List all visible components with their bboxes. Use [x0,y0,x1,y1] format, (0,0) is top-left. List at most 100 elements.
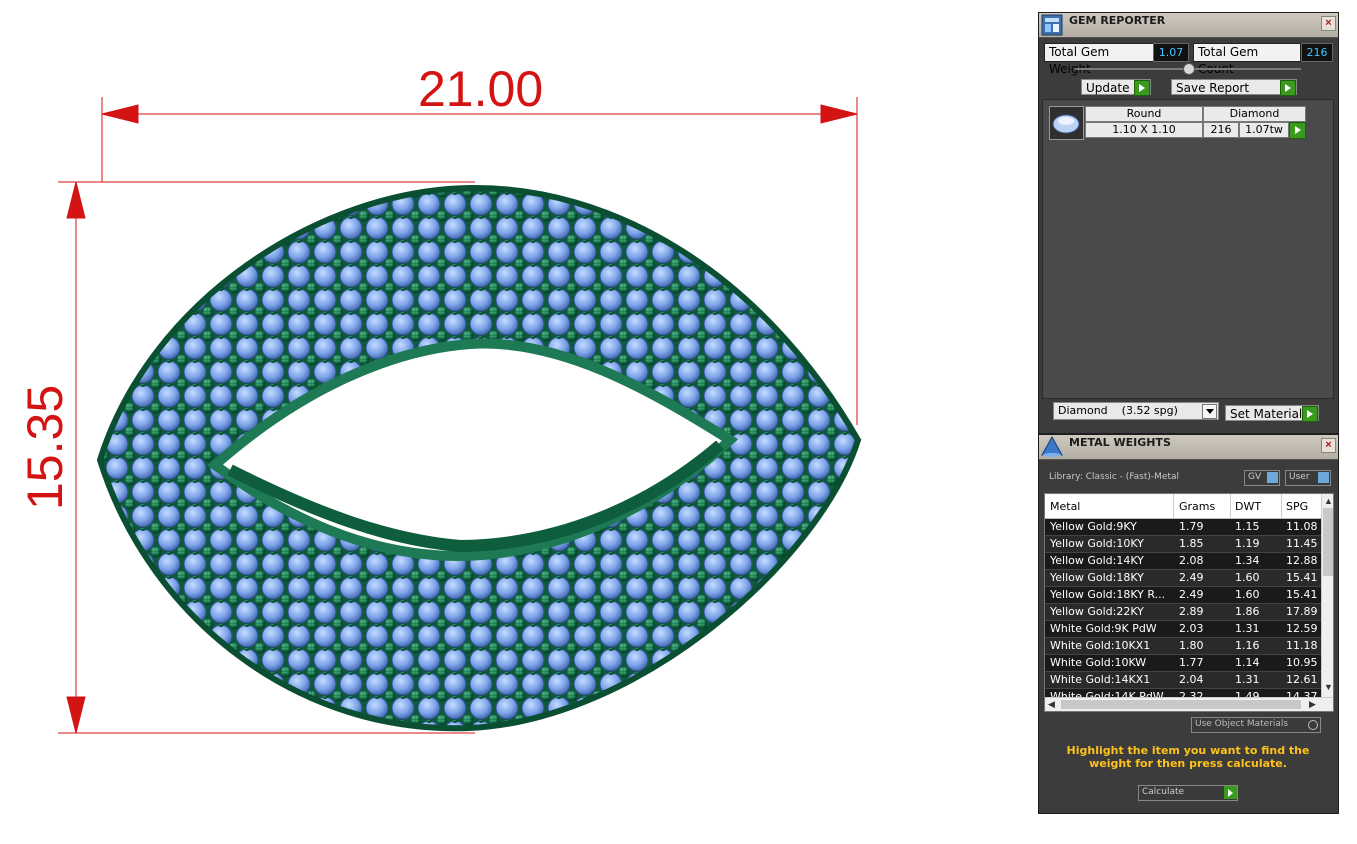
cell-dwt: 1.16 [1235,639,1260,652]
metal-weights-icon [1041,436,1063,457]
cell-grams: 1.77 [1179,656,1204,669]
table-row[interactable]: Yellow Gold:22KY 2.89 1.86 17.89 [1045,604,1321,621]
use-object-materials-label: Use Object Materials [1195,719,1289,729]
metal-rows: Yellow Gold:9KY 1.79 1.15 11.08 Yellow Gold:… [1045,519,1321,706]
cell-grams: 2.49 [1179,571,1204,584]
gem-row[interactable]: Round Diamond 1.10 X 1.10 216 1.07tw [1049,106,1309,140]
cell-grams: 2.49 [1179,588,1204,601]
metal-weights-titlebar[interactable]: METAL WEIGHTS × [1039,435,1338,460]
cell-metal: White Gold:9K PdW [1050,622,1157,635]
metal-weights-panel: METAL WEIGHTS × Library: Classic - (Fast… [1038,434,1339,814]
table-row[interactable]: White Gold:14KX1 2.04 1.31 12.61 [1045,672,1321,689]
cell-dwt: 1.31 [1235,622,1260,635]
table-row[interactable]: Yellow Gold:18KY R... 2.49 1.60 15.41 [1045,587,1321,604]
scroll-right-icon[interactable]: ▶ [1309,699,1316,710]
cell-spg: 12.88 [1286,554,1318,567]
calculate-button[interactable]: Calculate [1138,785,1238,801]
gem-type-cell: Diamond [1203,106,1306,122]
chevron-down-icon[interactable] [1202,404,1217,419]
table-row[interactable]: White Gold:9K PdW 2.03 1.31 12.59 [1045,621,1321,638]
cell-grams: 2.89 [1179,605,1204,618]
play-arrow-icon [1280,80,1296,96]
cell-metal: Yellow Gold:9KY [1050,520,1137,533]
table-row[interactable]: Yellow Gold:10KY 1.85 1.19 11.45 [1045,536,1321,553]
cell-grams: 2.04 [1179,673,1204,686]
set-material-button[interactable]: Set Material [1225,405,1319,422]
gem-count-cell: 216 [1203,122,1239,138]
metal-table[interactable]: Metal Grams DWT SPG Yellow Gold:9KY 1.79 1… [1044,493,1334,712]
cell-metal: White Gold:14KX1 [1050,673,1151,686]
vertical-scrollbar[interactable]: ▲ ▼ [1321,494,1333,697]
play-arrow-icon [1302,406,1318,422]
cell-dwt: 1.60 [1235,571,1260,584]
close-icon[interactable]: × [1321,16,1336,31]
total-gem-weight-label: Total Gem Weight [1044,43,1155,76]
table-row[interactable]: White Gold:10KX1 1.80 1.16 11.18 [1045,638,1321,655]
cell-dwt: 1.31 [1235,673,1260,686]
3d-viewport[interactable]: 21.00 15.35 [0,0,1020,844]
total-gem-weight-value: 1.07 [1153,43,1189,62]
cell-spg: 11.08 [1286,520,1318,533]
cell-metal: Yellow Gold:10KY [1050,537,1144,550]
cell-spg: 15.41 [1286,571,1318,584]
cell-dwt: 1.15 [1235,520,1260,533]
width-dimension-label: 21.00 [418,61,544,117]
hint-text: Highlight the item you want to find the … [1066,744,1310,770]
save-report-button[interactable]: Save Report [1171,79,1297,96]
ring-model-drawing[interactable] [0,0,1020,844]
play-arrow-icon [1134,80,1150,96]
cell-spg: 10.95 [1286,656,1318,669]
cell-metal: Yellow Gold:18KY [1050,571,1144,584]
splitter-handle-icon[interactable] [1183,63,1195,75]
scroll-left-icon[interactable]: ◀ [1048,699,1055,710]
gem-reporter-titlebar[interactable]: GEM REPORTER × [1039,13,1338,38]
material-select-value: Diamond (3.52 spg) [1058,404,1178,417]
table-row[interactable]: Yellow Gold:18KY 2.49 1.60 15.41 [1045,570,1321,587]
calculate-label: Calculate [1142,787,1185,797]
cell-grams: 1.79 [1179,520,1204,533]
table-row[interactable]: Yellow Gold:14KY 2.08 1.34 12.88 [1045,553,1321,570]
cell-dwt: 1.60 [1235,588,1260,601]
cell-dwt: 1.34 [1235,554,1260,567]
table-row[interactable]: Yellow Gold:9KY 1.79 1.15 11.08 [1045,519,1321,536]
metal-table-header: Metal Grams DWT SPG [1045,494,1321,519]
column-header-dwt[interactable]: DWT [1235,500,1261,513]
scroll-up-icon[interactable]: ▲ [1324,496,1333,506]
update-button[interactable]: Update [1081,79,1151,96]
table-row[interactable]: White Gold:10KW 1.77 1.14 10.95 [1045,655,1321,672]
gem-reporter-icon [1041,14,1063,36]
metal-weights-title: METAL WEIGHTS [1069,436,1171,449]
use-object-materials-toggle[interactable]: Use Object Materials [1191,717,1321,733]
cell-metal: Yellow Gold:22KY [1050,605,1144,618]
gem-list[interactable]: Round Diamond 1.10 X 1.10 216 1.07tw [1042,99,1334,399]
set-material-label: Set Material [1230,407,1303,421]
library-label: Library: Classic - (Fast)-Metal [1049,472,1180,482]
scroll-down-icon[interactable]: ▼ [1324,682,1333,692]
cell-spg: 11.45 [1286,537,1318,550]
cell-spg: 11.18 [1286,639,1318,652]
height-dimension-label: 15.35 [17,384,73,510]
column-header-spg[interactable]: SPG [1286,500,1308,513]
close-icon[interactable]: × [1321,438,1336,453]
save-report-label: Save Report [1176,81,1250,95]
gv-button[interactable]: GV [1244,470,1280,486]
cell-metal: Yellow Gold:14KY [1050,554,1144,567]
total-gem-count-value: 216 [1301,43,1333,62]
column-header-metal[interactable]: Metal [1050,500,1080,513]
cell-metal: White Gold:10KX1 [1050,639,1151,652]
gem-row-play-button[interactable] [1289,122,1306,139]
gem-reporter-title: GEM REPORTER [1069,14,1166,27]
info-icon [1318,472,1329,483]
hscrollbar-thumb[interactable] [1061,700,1301,709]
material-select[interactable]: Diamond (3.52 spg) [1053,402,1219,420]
update-label: Update [1086,81,1130,95]
user-button[interactable]: User [1285,470,1331,486]
play-arrow-icon [1295,126,1301,134]
scrollbar-thumb[interactable] [1323,508,1333,576]
column-header-grams[interactable]: Grams [1179,500,1215,513]
horizontal-scrollbar[interactable]: ◀ ▶ [1045,697,1333,711]
ring-model [96,184,862,732]
gem-weight-cell: 1.07tw [1239,122,1289,138]
cell-spg: 15.41 [1286,588,1318,601]
total-gem-count-label: Total Gem Count [1193,43,1301,76]
